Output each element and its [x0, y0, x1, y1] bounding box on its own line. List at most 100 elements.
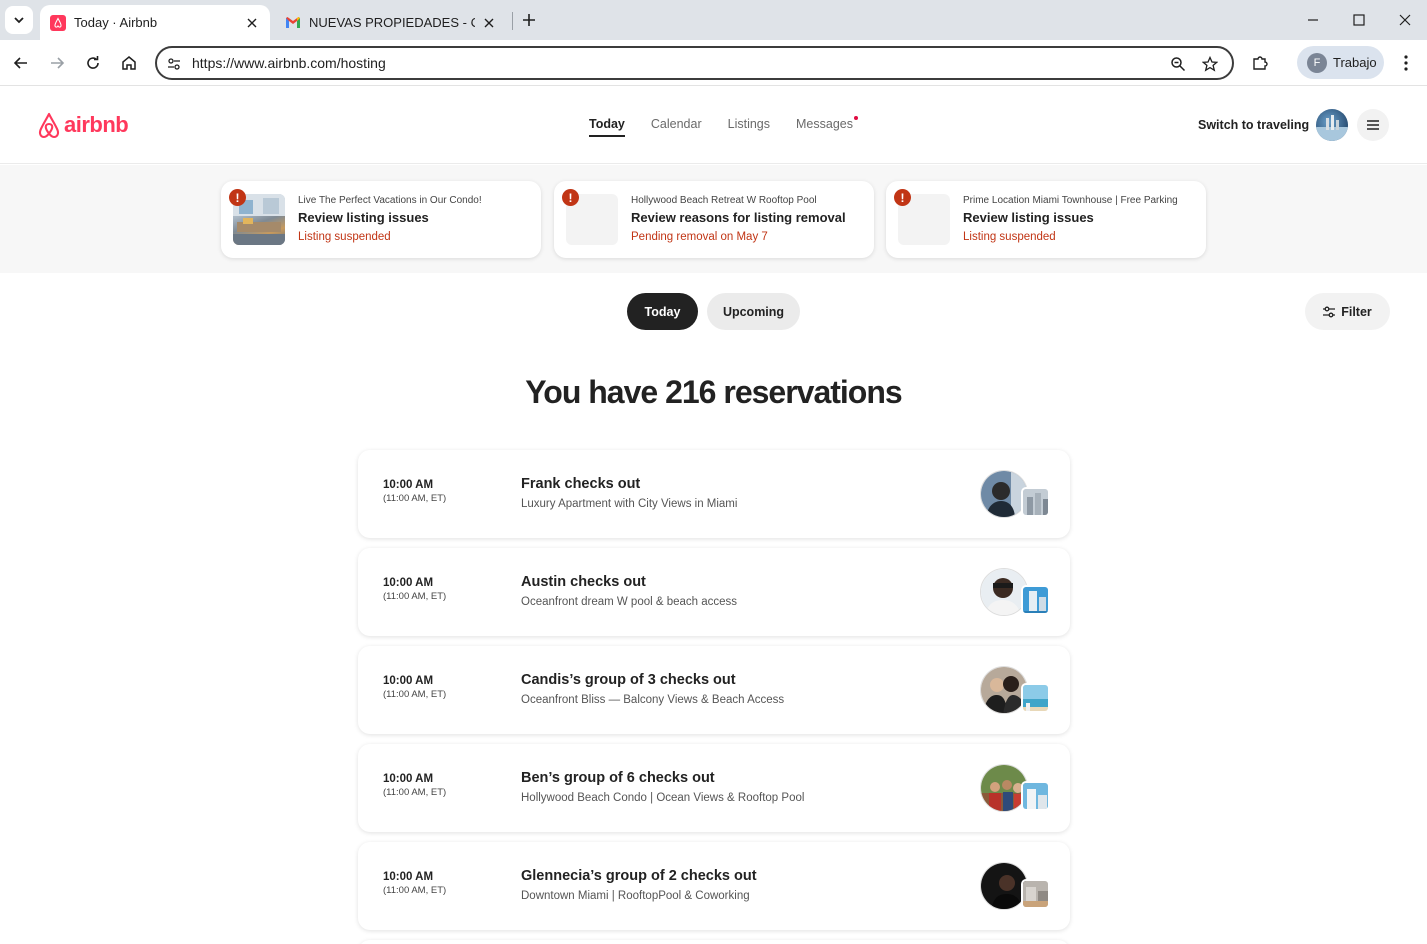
tab-airbnb[interactable]: Today · Airbnb [40, 5, 270, 40]
filter-sliders-icon [1323, 306, 1336, 317]
today-toggle[interactable]: Today [627, 293, 698, 330]
reservation-card[interactable]: 10:00 AM (11:00 AM, ET) Frank checks out… [358, 450, 1070, 538]
reservation-card[interactable]: 10:00 AM (11:00 AM, ET) Candis’s group o… [358, 646, 1070, 734]
zoom-icon[interactable] [1168, 54, 1188, 74]
listing-thumbnail [1021, 781, 1050, 811]
listing-name: Oceanfront dream W pool & beach access [521, 596, 738, 608]
logo-text: airbnb [64, 112, 129, 137]
alert-status: Listing suspended [963, 231, 1056, 243]
host-nav: Today Calendar Listings Messages [589, 116, 879, 137]
nav-listings[interactable]: Listings [728, 117, 770, 137]
minimize-icon [1308, 19, 1318, 21]
alert-card[interactable]: ! Prime Location Miami Townhouse | Free … [886, 181, 1206, 258]
filter-button[interactable]: Filter [1305, 293, 1390, 330]
reload-button[interactable] [81, 51, 105, 75]
browser-menu-button[interactable] [1394, 51, 1418, 75]
checkout-time-et: (11:00 AM, ET) [383, 885, 447, 896]
minimize-button[interactable] [1301, 8, 1325, 32]
more-vertical-icon [1404, 55, 1408, 71]
home-button[interactable] [117, 51, 141, 75]
reservation-card[interactable]: 10:00 AM (11:00 AM, ET) Glennecia’s grou… [358, 842, 1070, 930]
puzzle-icon [1253, 56, 1268, 70]
listing-alerts: ! Live The Perfect Vacations in Our Cond… [0, 165, 1427, 273]
switch-to-traveling-link[interactable]: Switch to traveling [1198, 118, 1309, 132]
site-info-icon[interactable] [164, 54, 184, 74]
checkout-time-et: (11:00 AM, ET) [383, 493, 447, 504]
alert-status: Pending removal on May 7 [631, 231, 768, 243]
nav-today[interactable]: Today [589, 117, 625, 137]
gmail-icon [285, 15, 301, 31]
guest-checkout-title: Candis’s group of 3 checks out [521, 672, 736, 688]
arrow-left-icon [13, 57, 27, 69]
new-tab-button[interactable] [518, 9, 540, 31]
checkout-time-et: (11:00 AM, ET) [383, 787, 447, 798]
hamburger-icon [1367, 120, 1379, 130]
reservation-list: 10:00 AM (11:00 AM, ET) Frank checks out… [358, 450, 1070, 944]
tab-divider [512, 12, 513, 30]
listing-name: Downtown Miami | RooftopPool & Coworking [521, 890, 750, 902]
listing-name: Hollywood Beach Condo | Ocean Views & Ro… [521, 792, 805, 804]
chevron-down-icon [14, 17, 24, 24]
maximize-button[interactable] [1347, 8, 1371, 32]
airbnb-logo[interactable]: airbnb [36, 111, 129, 139]
alert-status: Listing suspended [298, 231, 391, 243]
reservation-card[interactable] [358, 940, 1070, 944]
back-button[interactable] [9, 51, 33, 75]
reservation-card[interactable]: 10:00 AM (11:00 AM, ET) Ben’s group of 6… [358, 744, 1070, 832]
reservation-card[interactable]: 10:00 AM (11:00 AM, ET) Austin checks ou… [358, 548, 1070, 636]
airbnb-icon [50, 14, 66, 31]
close-tab-icon[interactable] [481, 15, 497, 31]
forward-button[interactable] [45, 51, 69, 75]
upcoming-toggle[interactable]: Upcoming [707, 293, 800, 330]
alert-listing-name: Prime Location Miami Townhouse | Free Pa… [963, 195, 1178, 206]
reservations-summary: You have 216 reservations [525, 374, 902, 410]
listing-thumbnail [1021, 585, 1050, 615]
profile-label: Trabajo [1333, 55, 1377, 70]
checkout-time-et: (11:00 AM, ET) [383, 591, 447, 602]
unread-dot [854, 116, 858, 120]
alert-listing-name: Hollywood Beach Retreat W Rooftop Pool [631, 195, 817, 206]
site-header: airbnb Today Calendar Listings Messages … [0, 87, 1427, 164]
url-text[interactable]: https://www.airbnb.com/hosting [192, 55, 386, 71]
nav-messages[interactable]: Messages [796, 116, 858, 137]
home-icon [122, 56, 136, 70]
tab-search-button[interactable] [5, 6, 33, 34]
plus-icon [523, 14, 535, 26]
tab-gmail-chat[interactable]: NUEVAS PROPIEDADES - Chat [275, 5, 507, 40]
checkout-time: 10:00 AM [383, 479, 434, 491]
nav-calendar[interactable]: Calendar [651, 117, 702, 137]
checkout-time: 10:00 AM [383, 675, 434, 687]
close-tab-icon[interactable] [244, 15, 260, 31]
listing-thumbnail [1021, 487, 1050, 517]
profile-avatar: F [1307, 52, 1327, 73]
close-icon [1399, 14, 1411, 26]
alert-heading: Review reasons for listing removal [631, 210, 846, 225]
alert-card[interactable]: ! Hollywood Beach Retreat W Rooftop Pool… [554, 181, 874, 258]
host-avatar[interactable] [1316, 109, 1348, 141]
alert-listing-name: Live The Perfect Vacations in Our Condo! [298, 195, 482, 206]
warning-icon: ! [562, 189, 579, 206]
alert-card[interactable]: ! Live The Perfect Vacations in Our Cond… [221, 181, 541, 258]
alert-heading: Review listing issues [963, 210, 1094, 225]
airbnb-belo-icon [38, 112, 60, 139]
extensions-button[interactable] [1248, 51, 1272, 75]
alert-heading: Review listing issues [298, 210, 429, 225]
guest-checkout-title: Frank checks out [521, 476, 641, 492]
bookmark-star-icon[interactable] [1200, 54, 1220, 74]
close-window-button[interactable] [1393, 8, 1417, 32]
tab-title: NUEVAS PROPIEDADES - Chat [309, 15, 475, 30]
nav-messages-label: Messages [796, 117, 853, 131]
listing-thumbnail [1021, 879, 1050, 909]
checkout-time-et: (11:00 AM, ET) [383, 689, 447, 700]
arrow-right-icon [51, 57, 65, 69]
guest-checkout-title: Austin checks out [521, 574, 646, 590]
reload-icon [87, 56, 99, 69]
guest-checkout-title: Glennecia’s group of 2 checks out [521, 868, 757, 884]
address-bar[interactable]: https://www.airbnb.com/hosting [155, 46, 1234, 80]
maximize-icon [1353, 14, 1365, 26]
browser-tab-bar: Today · Airbnb NUEVAS PROPIEDADES - Chat [0, 0, 1427, 40]
profile-chip[interactable]: F Trabajo [1297, 46, 1384, 79]
checkout-time: 10:00 AM [383, 871, 434, 883]
main-menu-button[interactable] [1357, 109, 1389, 141]
filter-label: Filter [1341, 304, 1372, 319]
